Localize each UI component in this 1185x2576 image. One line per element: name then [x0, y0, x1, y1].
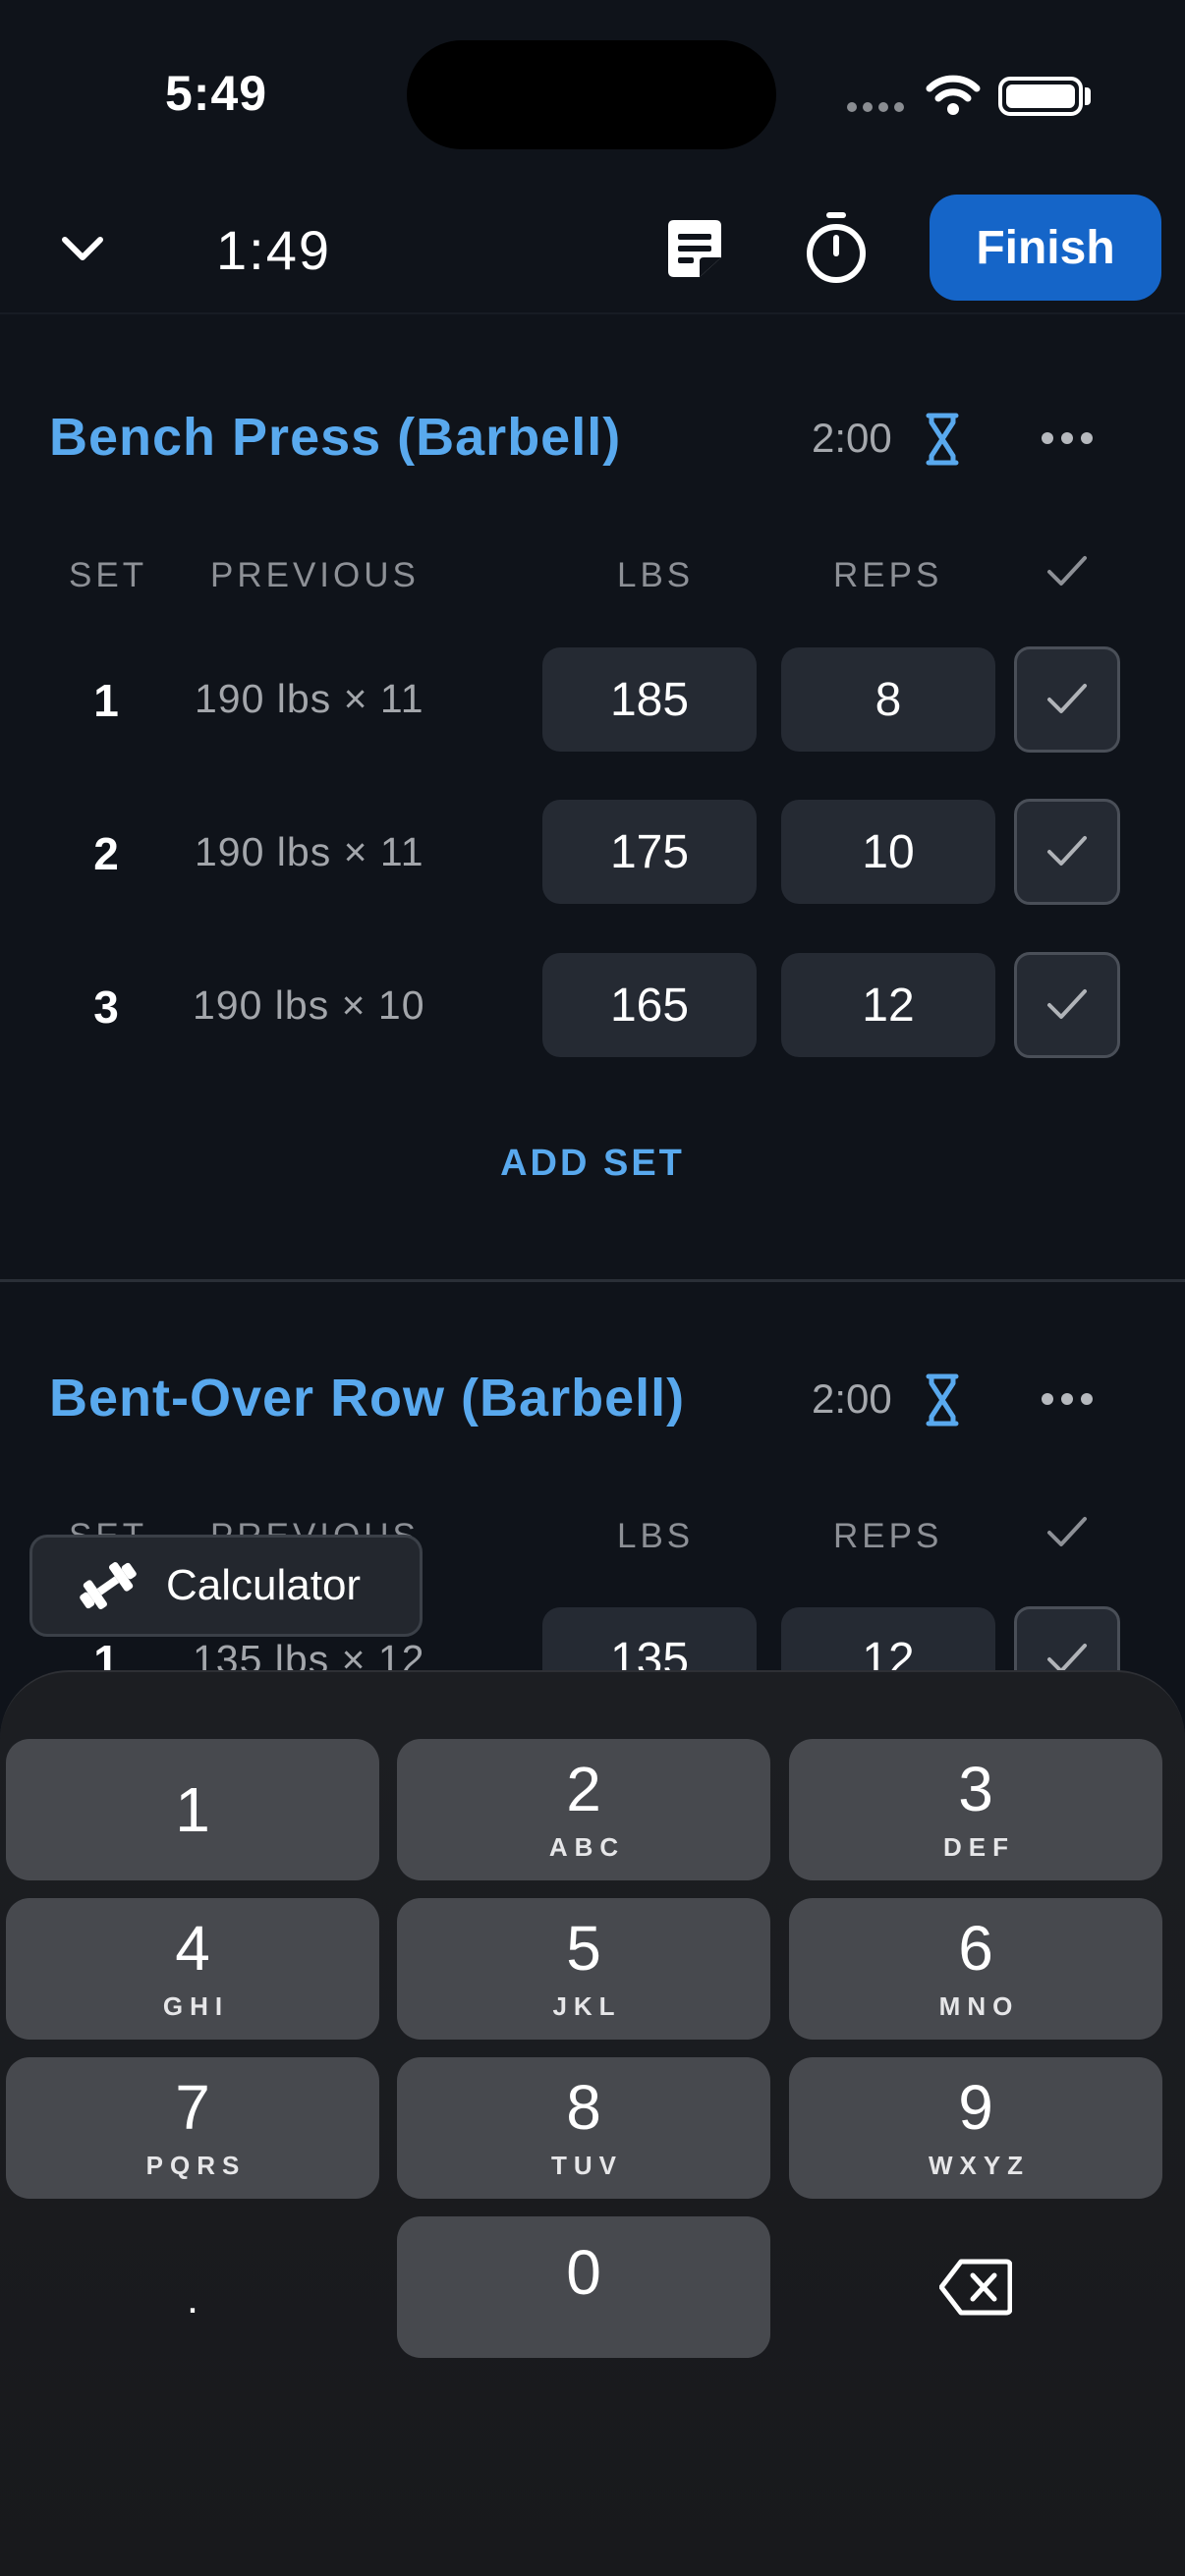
calculator-label: Calculator [166, 1561, 362, 1609]
key-letters: TUV [551, 2150, 623, 2180]
chevron-down-icon[interactable] [57, 224, 108, 275]
key-digit: 1 [175, 1774, 210, 1845]
stopwatch-icon[interactable] [802, 210, 871, 285]
key-decimal[interactable]: . [6, 2216, 379, 2358]
key-3[interactable]: 3 DEF [789, 1739, 1162, 1880]
column-header-reps: REPS [833, 556, 943, 594]
key-letters: MNO [938, 1990, 1020, 2021]
check-icon [1047, 684, 1087, 713]
key-letters: DEF [943, 1831, 1015, 1862]
more-options-icon[interactable] [1042, 432, 1093, 446]
key-4[interactable]: 4 GHI [6, 1898, 379, 2040]
key-7[interactable]: 7 PQRS [6, 2057, 379, 2199]
dumbbell-icon [80, 1562, 137, 1609]
home-indicator [397, 2529, 788, 2543]
calculator-button[interactable]: Calculator [29, 1535, 423, 1637]
wifi-icon [926, 75, 981, 115]
finish-button[interactable]: Finish [930, 195, 1161, 301]
exercise-title[interactable]: Bent-Over Row (Barbell) [49, 1368, 685, 1428]
key-0[interactable]: 0 [397, 2216, 770, 2358]
set-number: 3 [93, 981, 119, 1033]
key-digit: 2 [566, 1753, 601, 1824]
key-letters: PQRS [145, 2150, 247, 2180]
reps-input[interactable]: 10 [781, 800, 995, 904]
hourglass-icon[interactable] [926, 413, 959, 466]
add-set-button[interactable]: ADD SET [0, 1143, 1185, 1185]
check-icon [1047, 836, 1087, 866]
set-number: 2 [93, 828, 119, 879]
more-options-icon[interactable] [1042, 1393, 1093, 1407]
key-digit: 6 [958, 1912, 993, 1984]
exercise-divider [0, 1279, 1185, 1282]
key-digit: 4 [175, 1912, 210, 1984]
set-number: 1 [93, 675, 119, 726]
lbs-input[interactable]: 185 [542, 647, 757, 752]
rest-timer-value[interactable]: 2:00 [812, 1375, 892, 1423]
key-letters: ABC [548, 1831, 626, 1862]
column-header-set: SET [69, 556, 148, 594]
battery-icon [998, 77, 1083, 116]
key-5[interactable]: 5 JKL [397, 1898, 770, 2040]
set-complete-checkbox[interactable] [1014, 646, 1120, 753]
check-icon [1047, 989, 1087, 1019]
lbs-input[interactable]: 175 [542, 800, 757, 904]
rest-timer-value[interactable]: 2:00 [812, 415, 892, 462]
reps-input[interactable]: 8 [781, 647, 995, 752]
key-delete[interactable] [789, 2216, 1162, 2358]
reps-input[interactable]: 12 [781, 953, 995, 1057]
set-complete-checkbox[interactable] [1014, 952, 1120, 1058]
key-letters: JKL [552, 1990, 622, 2021]
column-header-check-icon [1047, 1517, 1087, 1546]
previous-set[interactable]: 190 lbs × 11 [195, 829, 424, 875]
set-complete-checkbox[interactable] [1014, 799, 1120, 905]
key-digit: 0 [566, 2237, 601, 2308]
dynamic-island [407, 40, 776, 149]
key-2[interactable]: 2 ABC [397, 1739, 770, 1880]
key-digit: 5 [566, 1912, 601, 1984]
battery-cap [1085, 87, 1091, 105]
key-9[interactable]: 9 WXYZ [789, 2057, 1162, 2199]
hourglass-icon[interactable] [926, 1373, 959, 1427]
key-digit: 7 [175, 2071, 210, 2143]
header-divider [0, 312, 1185, 314]
column-header-check-icon [1047, 556, 1087, 586]
key-6[interactable]: 6 MNO [789, 1898, 1162, 2040]
status-time: 5:49 [165, 66, 268, 121]
column-header-previous: PREVIOUS [210, 556, 420, 594]
exercise-title[interactable]: Bench Press (Barbell) [49, 407, 621, 468]
key-letters: GHI [162, 1990, 230, 2021]
previous-set[interactable]: 190 lbs × 11 [195, 676, 424, 722]
key-8[interactable]: 8 TUV [397, 2057, 770, 2199]
key-digit: . [186, 2274, 199, 2323]
column-header-lbs: LBS [617, 556, 695, 594]
key-1[interactable]: 1 [6, 1739, 379, 1880]
previous-set[interactable]: 190 lbs × 10 [193, 982, 425, 1029]
key-letters: WXYZ [928, 2150, 1031, 2180]
notes-icon[interactable] [660, 214, 729, 283]
key-digit: 3 [958, 1753, 993, 1824]
backspace-icon [939, 2259, 1012, 2316]
column-header-reps: REPS [833, 1517, 943, 1555]
key-digit: 8 [566, 2071, 601, 2143]
column-header-lbs: LBS [617, 1517, 695, 1555]
workout-elapsed-timer: 1:49 [216, 219, 331, 281]
lbs-input[interactable]: 165 [542, 953, 757, 1057]
key-digit: 9 [958, 2071, 993, 2143]
cellular-signal-icon [847, 102, 908, 116]
